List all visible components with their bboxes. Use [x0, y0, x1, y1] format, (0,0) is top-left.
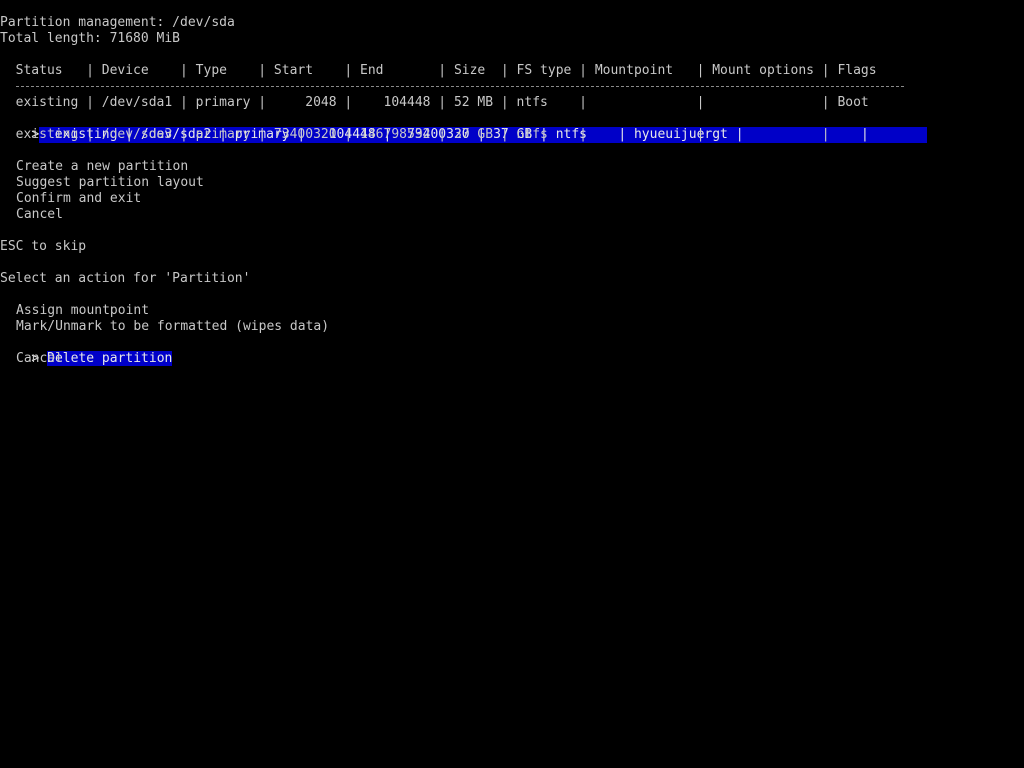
action-delete-container[interactable]: > Delete partition — [0, 335, 173, 366]
menu-item-confirm-exit[interactable]: Confirm and exit — [16, 191, 141, 207]
menu-item-create-partition[interactable]: Create a new partition — [16, 159, 188, 175]
action-mark-format[interactable]: Mark/Unmark to be formatted (wipes data) — [16, 319, 329, 335]
table-header: Status | Device | Type | Start | End | S… — [0, 63, 877, 78]
total-length: Total length: 71680 MiB — [0, 31, 181, 46]
menu-item-suggest-layout[interactable]: Suggest partition layout — [16, 175, 204, 191]
menu-item-cancel[interactable]: Cancel — [16, 207, 63, 223]
action-cancel[interactable]: Cancel — [16, 351, 63, 367]
partition-row-sda3[interactable]: existing | /dev/sda3 | primary | 7340032… — [0, 127, 830, 143]
action-delete-partition[interactable]: Delete partition — [47, 351, 173, 366]
escape-hint: ESC to skip — [0, 239, 87, 254]
partition-row-sda1[interactable]: existing | /dev/sda1 | primary | 2048 | … — [0, 95, 869, 111]
action-assign-mountpoint[interactable]: Assign mountpoint — [16, 303, 149, 319]
table-header-divider — [16, 86, 904, 87]
action-prompt: Select an action for 'Partition' — [0, 271, 251, 286]
page-title: Partition management: /dev/sda — [0, 15, 235, 30]
partition-row-sda2-container[interactable]: > existing | /dev/sda2 | primary | 10444… — [0, 111, 928, 143]
terminal-screen: Partition management: /dev/sda Total len… — [0, 0, 1024, 768]
